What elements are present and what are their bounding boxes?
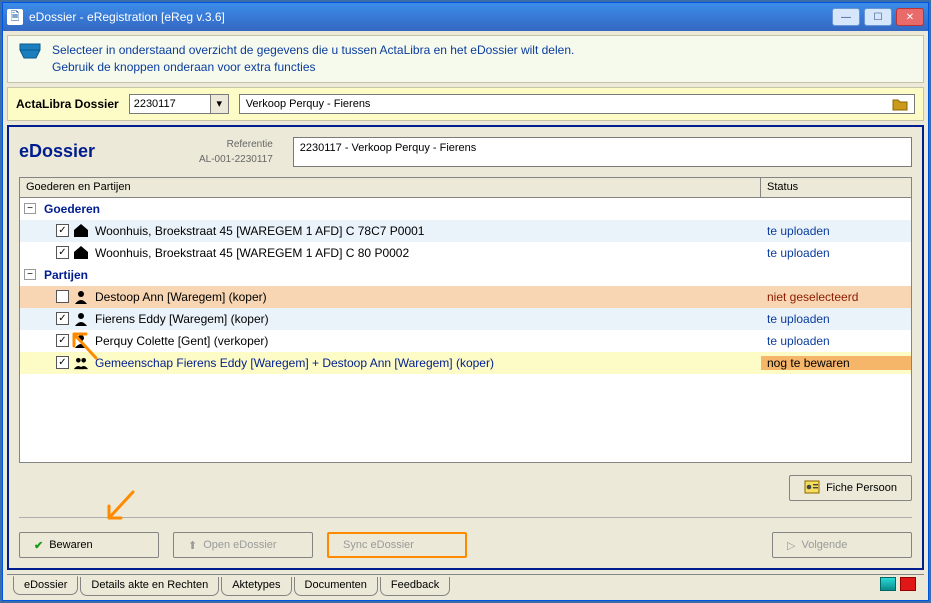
dossier-label: ActaLibra Dossier [16,97,119,111]
row-checkbox[interactable] [56,290,69,303]
tab-feedback[interactable]: Feedback [380,577,450,596]
upload-icon: ⬆ [188,539,197,552]
person-icon [73,311,89,326]
edossier-panel: eDossier Referentie AL-001-2230117 22301… [7,125,924,570]
row-checkbox[interactable]: ✓ [56,356,69,369]
sync-edossier-button[interactable]: Sync eDossier [327,532,467,558]
dossier-desc-text: Verkoop Perquy - Fierens [246,98,371,110]
grid-col-1: Goederen en Partijen [20,178,761,197]
grid-group-header[interactable]: −Partijen [20,264,911,286]
row-text: Woonhuis, Broekstraat 45 [WAREGEM 1 AFD]… [95,224,424,238]
row-status: te uploaden [761,224,911,238]
grid-row[interactable]: ✓ Perquy Colette [Gent] (verkoper) te uplo… [20,330,911,352]
row-text: Destoop Ann [Waregem] (koper) [95,290,267,304]
row-text: Woonhuis, Broekstraat 45 [WAREGEM 1 AFD]… [95,246,409,260]
ref-field[interactable]: 2230117 - Verkoop Perquy - Fierens [293,137,912,167]
row-text: Perquy Colette [Gent] (verkoper) [95,334,268,348]
row-checkbox[interactable]: ✓ [56,246,69,259]
collapse-icon[interactable]: − [24,269,36,280]
row-checkbox[interactable]: ✓ [56,334,69,347]
ref-label: Referentie [227,139,273,150]
row-status: nog te bewaren [761,356,911,370]
people-icon [73,355,89,370]
dossier-desc-field[interactable]: Verkoop Perquy - Fierens [239,94,915,114]
person-icon [73,333,89,348]
dossier-number-input[interactable] [130,95,210,113]
tray-icon [18,42,42,60]
grid-header: Goederen en Partijen Status [20,178,911,198]
row-status: niet geselecteerd [761,290,911,304]
sync-label: Sync eDossier [343,539,414,551]
status-indicator-red[interactable] [900,577,916,591]
grid-col-2: Status [761,178,911,197]
row-checkbox[interactable]: ✓ [56,312,69,325]
tab-documenten[interactable]: Documenten [294,577,378,596]
grid-group-header[interactable]: −Goederen [20,198,911,220]
row-text: Fierens Eddy [Waregem] (koper) [95,312,269,326]
info-line-1: Selecteer in onderstaand overzicht de ge… [52,42,574,59]
window-title: eDossier - eRegistration [eReg v.3.6] [29,10,832,24]
card-icon [804,480,820,497]
row-text: Gemeenschap Fierens Eddy [Waregem] + Des… [95,356,494,370]
grid-row[interactable]: ✓ Fierens Eddy [Waregem] (koper) te upload… [20,308,911,330]
row-status: te uploaden [761,246,911,260]
close-button[interactable]: ✕ [896,8,924,26]
open-label: Open eDossier [203,539,276,551]
group-label: Partijen [44,268,88,282]
open-edossier-button[interactable]: ⬆ Open eDossier [173,532,313,558]
info-line-2: Gebruik de knoppen onderaan voor extra f… [52,59,574,76]
volgende-label: Volgende [801,539,847,551]
row-status: te uploaden [761,312,911,326]
tab-details-akte-en-rechten[interactable]: Details akte en Rechten [80,577,219,596]
ref-code: AL-001-2230117 [199,154,273,165]
tab-bar: eDossierDetails akte en RechtenAktetypes… [7,574,924,596]
group-label: Goederen [44,202,100,216]
titlebar: 🗎 eDossier - eRegistration [eReg v.3.6] … [3,3,928,31]
ref-value: 2230117 - Verkoop Perquy - Fierens [300,142,477,154]
check-icon: ✔ [34,539,43,552]
goods-parties-grid: Goederen en Partijen Status −Goederen✓Wo… [19,177,912,463]
collapse-icon[interactable]: − [24,203,36,214]
dossier-number-combo[interactable]: ▾ [129,94,229,114]
grid-row[interactable]: ✓ Woonhuis, Broekstraat 45 [WAREGEM 1 AFD… [20,220,911,242]
grid-row[interactable]: ✓ Gemeenschap Fierens Eddy [Waregem] + De… [20,352,911,374]
tab-aktetypes[interactable]: Aktetypes [221,577,291,596]
next-icon: ▷ [787,539,795,552]
dossier-bar: ActaLibra Dossier ▾ Verkoop Perquy - Fie… [7,87,924,121]
row-status: te uploaden [761,334,911,348]
fiche-persoon-button[interactable]: Fiche Persoon [789,475,912,501]
folder-icon[interactable] [892,97,908,111]
house-icon [73,245,89,260]
person-icon [73,289,89,304]
volgende-button[interactable]: ▷ Volgende [772,532,912,558]
info-banner: Selecteer in onderstaand overzicht de ge… [7,35,924,83]
tab-edossier[interactable]: eDossier [13,576,78,595]
status-indicator-teal[interactable] [880,577,896,591]
bewaren-label: Bewaren [49,539,92,551]
bewaren-button[interactable]: ✔ Bewaren [19,532,159,558]
chevron-down-icon[interactable]: ▾ [210,95,228,113]
minimize-button[interactable]: — [832,8,860,26]
row-checkbox[interactable]: ✓ [56,224,69,237]
app-icon: 🗎 [7,9,23,25]
fiche-label: Fiche Persoon [826,482,897,494]
grid-row[interactable]: Destoop Ann [Waregem] (koper) niet gesele… [20,286,911,308]
maximize-button[interactable]: ☐ [864,8,892,26]
panel-heading: eDossier [19,141,179,162]
house-icon [73,223,89,238]
grid-row[interactable]: ✓ Woonhuis, Broekstraat 45 [WAREGEM 1 AFD… [20,242,911,264]
